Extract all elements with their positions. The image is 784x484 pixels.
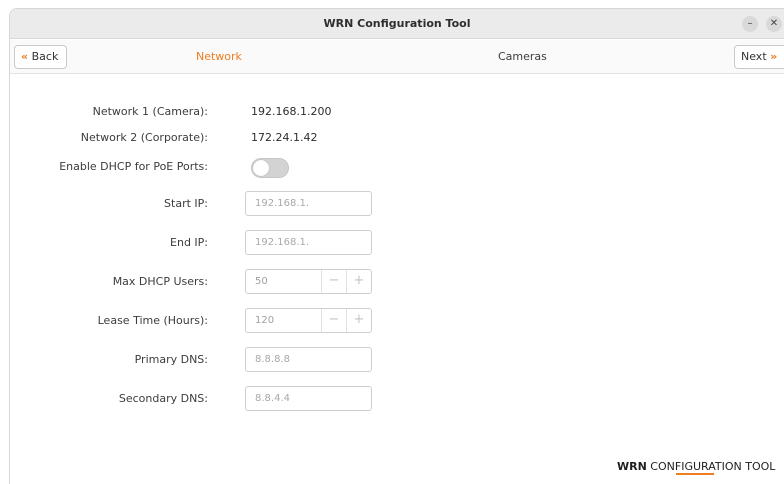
lease-time-value: 120: [255, 315, 275, 326]
max-users-increment-button[interactable]: +: [346, 270, 371, 293]
secondary-dns-label: Secondary DNS:: [118, 392, 208, 405]
window-title: WRN Configuration Tool: [323, 17, 471, 30]
brand-logo: WRN CONFIGURATION TOOL: [617, 460, 775, 473]
start-ip-input[interactable]: [245, 191, 372, 216]
toggle-knob: [253, 160, 269, 176]
back-button[interactable]: « Back: [14, 45, 67, 69]
lease-time-increment-button[interactable]: +: [346, 309, 371, 332]
next-button-label: Next: [741, 50, 767, 63]
max-users-stepper[interactable]: 50 − +: [245, 269, 372, 294]
chevron-right-icon: »: [770, 50, 778, 63]
network1-label: Network 1 (Camera):: [92, 105, 208, 118]
start-ip-label: Start IP:: [164, 197, 208, 210]
network1-value: 192.168.1.200: [251, 105, 332, 118]
max-users-label: Max DHCP Users:: [112, 275, 208, 288]
tab-network[interactable]: Network: [196, 50, 242, 63]
brand-logo-rest: CONFIGURATION TOOL: [646, 460, 776, 473]
lease-time-label: Lease Time (Hours):: [97, 314, 208, 327]
back-button-label: Back: [31, 50, 59, 63]
network2-value: 172.24.1.42: [251, 131, 318, 144]
app-window: WRN Configuration Tool – ✕ « Back Networ…: [9, 8, 784, 484]
primary-dns-input[interactable]: [245, 347, 372, 372]
max-users-value: 50: [255, 276, 268, 287]
wizard-nav-bar: « Back Network Cameras Next »: [10, 40, 784, 74]
title-bar: WRN Configuration Tool – ✕: [10, 9, 784, 39]
lease-time-stepper[interactable]: 120 − +: [245, 308, 372, 333]
secondary-dns-input[interactable]: [245, 386, 372, 411]
end-ip-label: End IP:: [170, 236, 208, 249]
primary-dns-label: Primary DNS:: [134, 353, 208, 366]
max-users-decrement-button[interactable]: −: [321, 270, 346, 293]
lease-time-decrement-button[interactable]: −: [321, 309, 346, 332]
chevron-left-icon: «: [21, 50, 29, 63]
brand-underline: [676, 473, 714, 475]
end-ip-input[interactable]: [245, 230, 372, 255]
network2-label: Network 2 (Corporate):: [80, 131, 208, 144]
dhcp-toggle-label: Enable DHCP for PoE Ports:: [59, 160, 208, 173]
tab-cameras[interactable]: Cameras: [498, 50, 547, 63]
next-button[interactable]: Next »: [734, 45, 784, 69]
dhcp-toggle[interactable]: [251, 158, 289, 178]
minimize-button[interactable]: –: [742, 16, 758, 32]
brand-logo-bold: WRN: [617, 460, 647, 473]
close-button[interactable]: ✕: [766, 16, 782, 32]
